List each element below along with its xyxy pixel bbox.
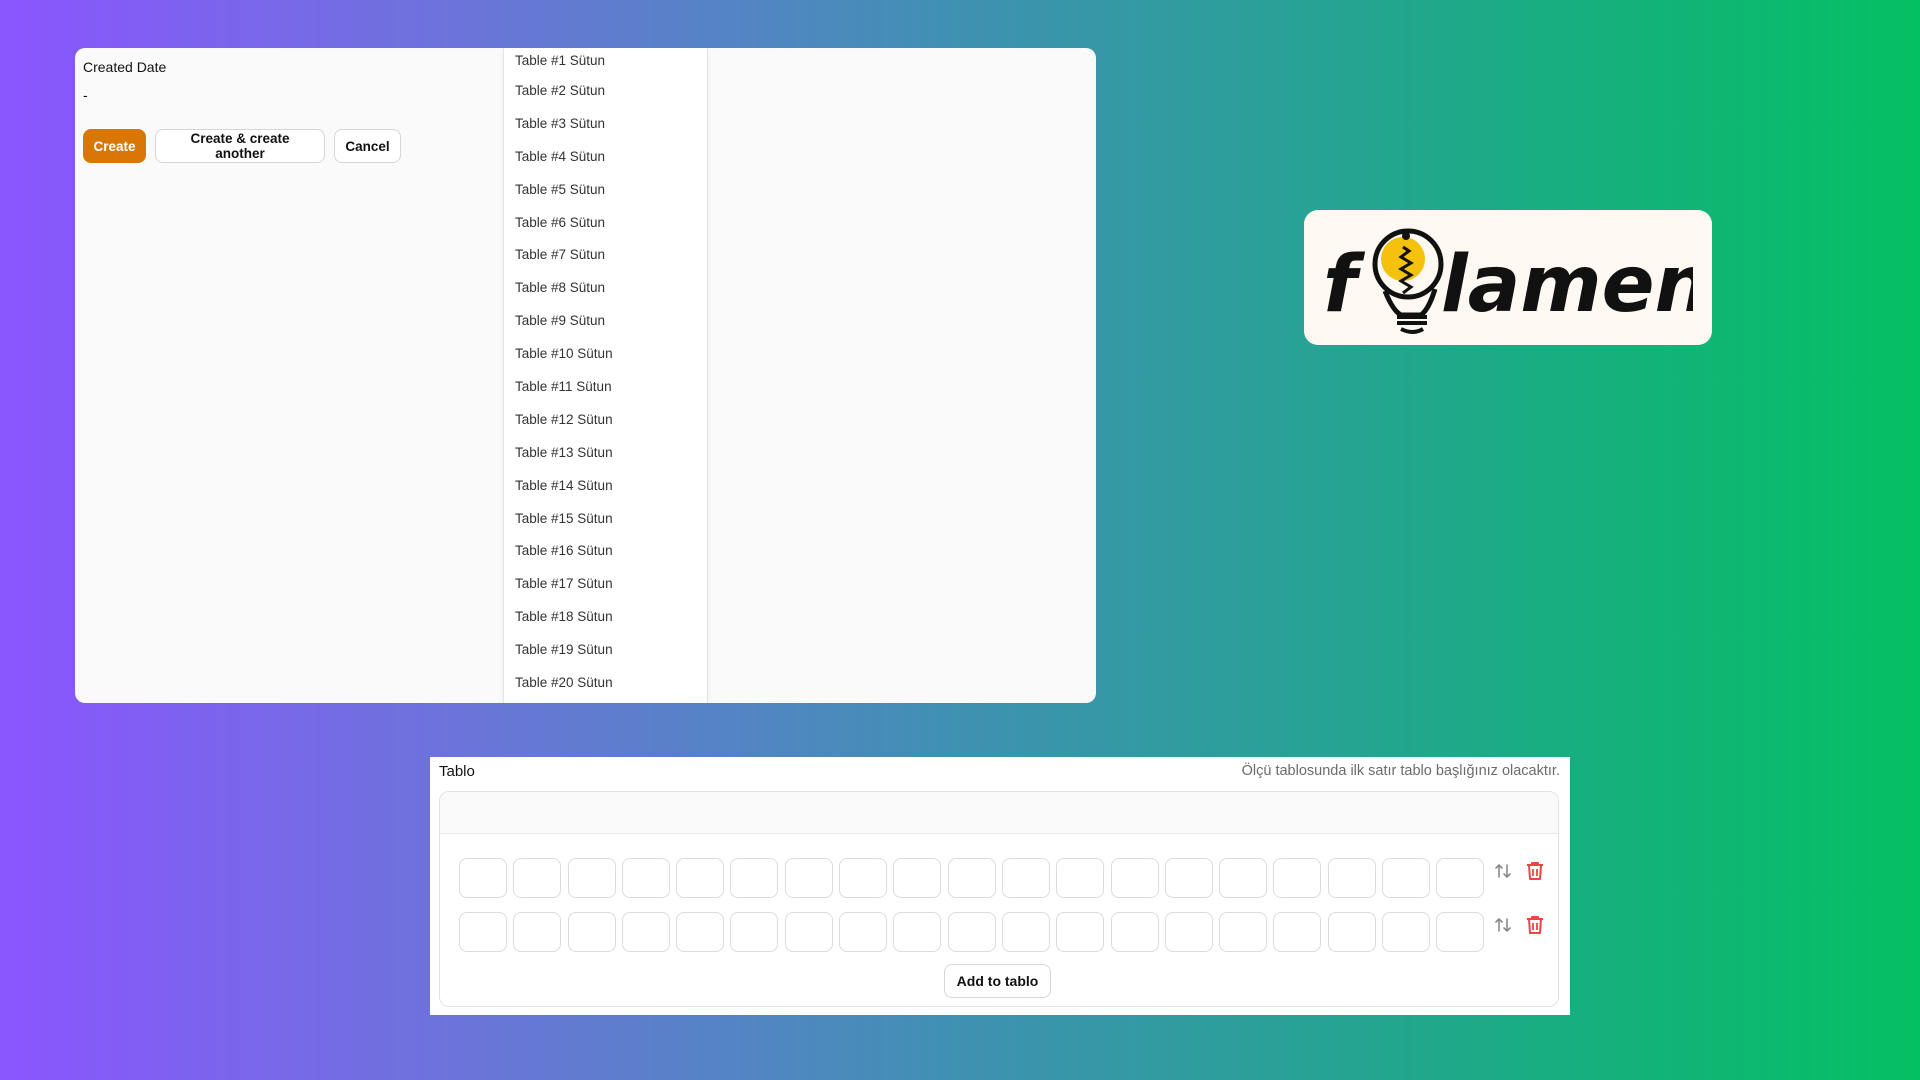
logo-letter-f: f [1323,240,1366,330]
created-date-label: Created Date [83,59,167,75]
form-actions: Create Create & create another Cancel [83,129,401,163]
add-to-tablo-button[interactable]: Add to tablo [944,964,1051,998]
table-cell-input[interactable] [676,858,725,898]
table-cell-input[interactable] [1110,858,1159,898]
table-cell-input[interactable] [784,912,833,952]
table-cell-input[interactable] [730,858,779,898]
table-cell-input[interactable] [621,858,670,898]
table-cell-input[interactable] [1219,912,1268,952]
table-cell-input[interactable] [893,858,942,898]
table-cell-input[interactable] [893,912,942,952]
table-cell-input[interactable] [1164,858,1213,898]
table-cell-input[interactable] [513,858,562,898]
dropdown-item[interactable]: Table #8 Sütun [504,271,707,304]
table-cell-input[interactable] [676,912,725,952]
dropdown-item[interactable]: Table #12 Sütun [504,403,707,436]
table-cell-input[interactable] [1056,912,1105,952]
table-cell-input[interactable] [947,912,996,952]
tablo-title: Tablo [439,763,475,780]
table-cell-input[interactable] [621,912,670,952]
dropdown-item[interactable]: Table #16 Sütun [504,534,707,567]
table-cell-input[interactable] [1273,912,1322,952]
table-cell-input[interactable] [1110,912,1159,952]
table-cell-input[interactable] [567,912,616,952]
create-button[interactable]: Create [83,129,146,163]
table-cell-input[interactable] [1382,858,1431,898]
lightbulb-logo-icon: f lament [1323,228,1693,334]
table-cell-input[interactable] [839,912,888,952]
table-cell-input[interactable] [1327,858,1376,898]
reorder-arrows-icon[interactable] [1493,861,1513,881]
table-cell-input[interactable] [1273,858,1322,898]
reorder-arrows-icon[interactable] [1493,915,1513,935]
dropdown-item[interactable]: Table #7 Sütun [504,238,707,271]
table-cell-input[interactable] [513,912,562,952]
table-cell-input[interactable] [1327,912,1376,952]
trash-icon[interactable] [1525,915,1545,935]
dropdown-item[interactable]: Table #14 Sütun [504,469,707,502]
dropdown-item[interactable]: Table #19 Sütun [504,633,707,666]
dropdown-item[interactable]: Table #18 Sütun [504,600,707,633]
dropdown-item[interactable]: Table #20 Sütun [504,666,707,699]
table-cell-input[interactable] [1436,858,1485,898]
table-cell-input[interactable] [459,858,507,898]
table-cell-input[interactable] [1001,912,1050,952]
dropdown-item[interactable]: Table #6 Sütun [504,206,707,239]
cancel-button[interactable]: Cancel [334,129,401,163]
column-dropdown[interactable]: Table #1 Sütun Table #2 Sütun Table #3 S… [503,48,708,703]
table-cell-input[interactable] [784,858,833,898]
tablo-header [440,792,1558,834]
dropdown-item[interactable]: Table #10 Sütun [504,337,707,370]
table-cell-input[interactable] [1164,912,1213,952]
table-cell-input[interactable] [730,912,779,952]
dropdown-item[interactable]: Table #4 Sütun [504,140,707,173]
dropdown-item[interactable]: Table #13 Sütun [504,436,707,469]
create-form-panel: Created Date - Date Create Create & crea… [75,48,1096,703]
logo-wordmark: lament [1441,240,1693,330]
filament-logo: f lament [1304,210,1712,345]
dropdown-item[interactable]: Table #17 Sütun [504,567,707,600]
table-cell-input[interactable] [1382,912,1431,952]
table-cell-input[interactable] [567,858,616,898]
trash-icon[interactable] [1525,861,1545,881]
table-row [459,858,1545,898]
table-cell-input[interactable] [1001,858,1050,898]
tablo-container: Add to tablo [439,791,1559,1007]
dropdown-item[interactable]: Table #15 Sütun [504,502,707,535]
table-cell-input[interactable] [1436,912,1485,952]
table-cell-input[interactable] [947,858,996,898]
dropdown-item[interactable]: Table #1 Sütun [504,48,707,74]
tablo-hint: Ölçü tablosunda ilk satır tablo başlığın… [1241,763,1560,779]
dropdown-item[interactable]: Table #2 Sütun [504,74,707,107]
dropdown-item[interactable]: Table #3 Sütun [504,107,707,140]
table-cell-input[interactable] [839,858,888,898]
dropdown-item[interactable]: Table #11 Sütun [504,370,707,403]
tablo-repeater-panel: Tablo Ölçü tablosunda ilk satır tablo ba… [430,757,1570,1015]
table-cell-input[interactable] [1219,858,1268,898]
created-date-value: - [83,87,88,103]
dropdown-item[interactable]: Table #5 Sütun [504,173,707,206]
table-cell-input[interactable] [459,912,507,952]
table-cell-input[interactable] [1056,858,1105,898]
table-row [459,912,1545,952]
dropdown-item[interactable]: Table #9 Sütun [504,304,707,337]
create-another-button[interactable]: Create & create another [155,129,325,163]
